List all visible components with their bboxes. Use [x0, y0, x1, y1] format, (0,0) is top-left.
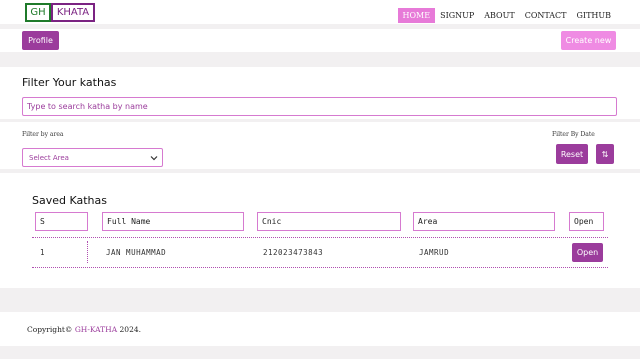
logo-khata[interactable]: KHATA	[51, 3, 95, 22]
nav-github[interactable]: GITHUB	[572, 8, 616, 23]
cell-cnic: 212023473843	[263, 248, 324, 257]
top-navbar: GH KHATA HOME SIGNUP ABOUT CONTACT GITHU…	[0, 0, 640, 24]
table-bottom-divider	[32, 267, 608, 268]
header-full-name: Full Name	[102, 212, 244, 231]
footer-prefix: Copyright©	[27, 325, 75, 334]
toolbar-band	[0, 29, 640, 52]
table-header-divider	[32, 237, 608, 238]
cell-s: 1	[40, 248, 46, 257]
cell-full-name: JAN MUHAMMAD	[106, 248, 167, 257]
nav-links: HOME SIGNUP ABOUT CONTACT GITHUB	[397, 8, 616, 23]
date-filter-label: Filter By Date	[552, 131, 595, 138]
row-divider	[87, 241, 88, 263]
footer-brand-link[interactable]: GH-KATHA	[75, 325, 117, 334]
profile-button[interactable]: Profile	[22, 31, 59, 50]
chevron-down-icon	[150, 156, 158, 161]
nav-contact[interactable]: CONTACT	[520, 8, 572, 23]
header-open: Open	[569, 212, 604, 231]
footer-copyright: Copyright© GH-KATHA 2024.	[27, 325, 141, 334]
reset-button[interactable]: Reset	[556, 144, 588, 164]
sort-date-button[interactable]: ⇅	[596, 144, 614, 164]
sort-icon: ⇅	[601, 149, 609, 159]
area-select-value: Select Area	[29, 153, 69, 162]
nav-about[interactable]: ABOUT	[479, 8, 519, 23]
nav-home[interactable]: HOME	[397, 8, 436, 23]
create-new-button[interactable]: Create new	[561, 31, 616, 50]
area-select[interactable]: Select Area	[22, 148, 163, 167]
header-s: S	[35, 212, 88, 231]
filter-title: Filter Your kathas	[22, 76, 117, 89]
nav-signup[interactable]: SIGNUP	[435, 8, 479, 23]
open-button[interactable]: Open	[572, 243, 603, 262]
cell-area: JAMRUD	[419, 248, 450, 257]
search-input[interactable]: Type to search katha by name	[22, 97, 617, 116]
header-cnic: Cnic	[257, 212, 401, 231]
area-filter-label: Filter by area	[22, 131, 64, 138]
footer-suffix: 2024.	[117, 325, 142, 334]
logo-gh[interactable]: GH	[25, 3, 51, 22]
saved-kathas-title: Saved Kathas	[32, 194, 107, 207]
header-area: Area	[413, 212, 555, 231]
